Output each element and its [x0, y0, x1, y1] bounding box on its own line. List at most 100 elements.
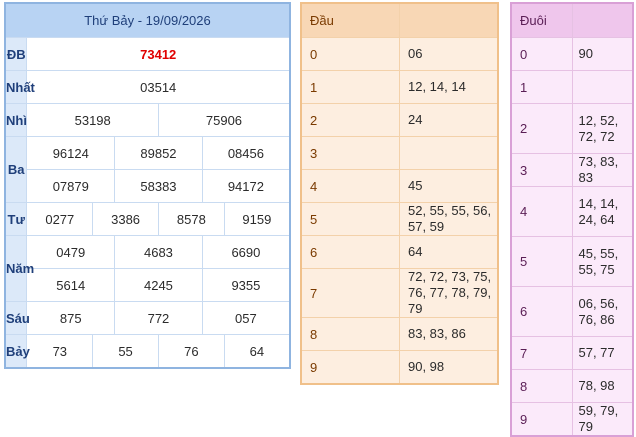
- duoi-row: 8 78, 98: [510, 369, 634, 403]
- prize-nhat-value: 03514: [26, 70, 291, 104]
- duoi-digit: 5: [510, 236, 573, 287]
- prize-nam-value: 4245: [114, 268, 203, 302]
- dau-row: 3: [300, 136, 499, 170]
- duoi-values: 59, 79, 79: [571, 402, 634, 437]
- duoi-row: 3 73, 83, 83: [510, 153, 634, 187]
- dau-digit: 7: [300, 268, 400, 318]
- dau-header: Đầu: [300, 2, 400, 38]
- dau-digit: 2: [300, 103, 400, 137]
- dau-row: 6 64: [300, 235, 499, 269]
- prize-nam-value: 5614: [26, 268, 116, 302]
- prize-ba-value: 89852: [114, 136, 203, 170]
- prize-label-db: ĐB: [4, 37, 28, 71]
- dau-values: 52, 55, 55, 56, 57, 59: [399, 202, 499, 236]
- dau-digit: 4: [300, 169, 400, 203]
- prize-tu-value: 0277: [26, 202, 94, 236]
- duoi-row: 2 12, 52, 72, 72: [510, 103, 634, 154]
- prize-bay-value: 55: [92, 334, 159, 369]
- dau-row: 5 52, 55, 55, 56, 57, 59: [300, 202, 499, 236]
- dau-row: 4 45: [300, 169, 499, 203]
- duoi-digit: 4: [510, 186, 573, 237]
- duoi-values: 57, 77: [571, 336, 634, 370]
- duoi-digit: 7: [510, 336, 573, 370]
- duoi-digit: 3: [510, 153, 573, 187]
- dau-digit: 9: [300, 350, 400, 385]
- dau-values: 06: [399, 37, 499, 71]
- prize-ba-value: 08456: [201, 136, 291, 170]
- duoi-table: Đuôi 0 90 1 2 12, 52, 72, 72 3 73, 83, 83 4…: [510, 2, 634, 437]
- prize-tu-value: 3386: [92, 202, 159, 236]
- prize-label-nam: Năm: [4, 235, 34, 302]
- duoi-values: 45, 55, 55, 75: [571, 236, 634, 287]
- prize-tu-value: 9159: [223, 202, 291, 236]
- prize-db-value: 73412: [26, 37, 291, 71]
- dau-values: 64: [399, 235, 499, 269]
- prize-sau-value: 057: [201, 301, 291, 335]
- prize-nam-value: 0479: [26, 235, 116, 269]
- prize-label-sau: Sáu: [4, 301, 30, 335]
- dau-row: 9 90, 98: [300, 350, 499, 385]
- duoi-row: 5 45, 55, 55, 75: [510, 236, 634, 287]
- prize-nam-value: 6690: [201, 235, 291, 269]
- dau-row: 1 12, 14, 14: [300, 70, 499, 104]
- prize-nhi-value: 75906: [157, 103, 291, 137]
- prize-bay-value: 73: [26, 334, 94, 369]
- dau-row: 8 83, 83, 86: [300, 317, 499, 351]
- dau-digit: 3: [300, 136, 400, 170]
- dau-values: 12, 14, 14: [399, 70, 499, 104]
- dau-values: 24: [399, 103, 499, 137]
- duoi-digit: 1: [510, 70, 573, 104]
- prize-ba-value: 94172: [201, 169, 291, 203]
- prize-ba-value: 58383: [114, 169, 203, 203]
- prize-label-nhi: Nhì: [4, 103, 28, 137]
- dau-values: [399, 136, 499, 170]
- dau-digit: 6: [300, 235, 400, 269]
- duoi-values: [571, 70, 634, 104]
- prize-bay-value: 64: [223, 334, 291, 369]
- prize-label-nhat: Nhất: [4, 70, 35, 104]
- duoi-digit: 8: [510, 369, 573, 403]
- duoi-row: 7 57, 77: [510, 336, 634, 370]
- duoi-digit: 2: [510, 103, 573, 154]
- duoi-values: 12, 52, 72, 72: [571, 103, 634, 154]
- duoi-digit: 9: [510, 402, 573, 437]
- duoi-row: 4 14, 14, 24, 64: [510, 186, 634, 237]
- prize-label-bay: Bảy: [4, 334, 30, 369]
- dau-values: 45: [399, 169, 499, 203]
- prize-ba-value: 96124: [26, 136, 116, 170]
- prize-sau-value: 875: [26, 301, 116, 335]
- dau-table: Đầu 0 06 1 12, 14, 14 2 24 3 4 45 5 52, 55, 5…: [300, 2, 499, 385]
- duoi-digit: 6: [510, 286, 573, 337]
- dau-values: 72, 72, 73, 75, 76, 77, 78, 79, 79: [399, 268, 499, 318]
- prize-label-tu: Tư: [4, 202, 28, 236]
- dau-row: 2 24: [300, 103, 499, 137]
- duoi-row: 0 90: [510, 37, 634, 71]
- duoi-row: 6 06, 56, 76, 86: [510, 286, 634, 337]
- prize-nhi-value: 53198: [26, 103, 159, 137]
- dau-header-blank: [399, 2, 499, 38]
- prize-label-ba: Ba: [4, 136, 28, 203]
- prize-nam-value: 9355: [201, 268, 291, 302]
- prize-sau-value: 772: [114, 301, 203, 335]
- prize-bay-value: 76: [157, 334, 225, 369]
- duoi-header: Đuôi: [510, 2, 573, 38]
- duoi-values: 06, 56, 76, 86: [571, 286, 634, 337]
- duoi-row: 1: [510, 70, 634, 104]
- duoi-values: 14, 14, 24, 64: [571, 186, 634, 237]
- prize-tu-value: 8578: [157, 202, 225, 236]
- dau-row: 0 06: [300, 37, 499, 71]
- dau-row: 7 72, 72, 73, 75, 76, 77, 78, 79, 79: [300, 268, 499, 318]
- duoi-digit: 0: [510, 37, 573, 71]
- duoi-values: 78, 98: [571, 369, 634, 403]
- results-date-title: Thứ Bảy - 19/09/2026: [4, 2, 291, 38]
- dau-values: 90, 98: [399, 350, 499, 385]
- duoi-header-blank: [571, 2, 634, 38]
- duoi-values: 73, 83, 83: [571, 153, 634, 187]
- dau-digit: 0: [300, 37, 400, 71]
- prize-ba-value: 07879: [26, 169, 116, 203]
- duoi-row: 9 59, 79, 79: [510, 402, 634, 437]
- dau-digit: 1: [300, 70, 400, 104]
- lottery-results-table: Thứ Bảy - 19/09/2026 ĐB 73412 Nhất 03514…: [4, 2, 291, 369]
- duoi-values: 90: [571, 37, 634, 71]
- dau-digit: 5: [300, 202, 400, 236]
